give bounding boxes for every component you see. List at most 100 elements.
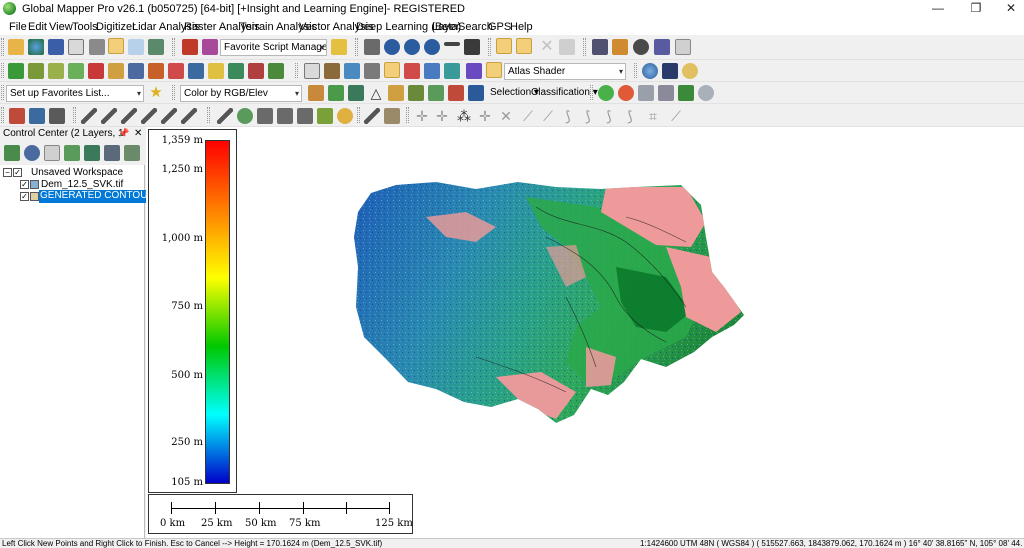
favorites-dropdown[interactable]: Set up Favorites List... ▾	[6, 85, 144, 102]
favorite-script-dropdown[interactable]: Favorite Script Manager...▾	[220, 39, 327, 56]
line-edit-icon[interactable]	[101, 108, 117, 124]
image-icon[interactable]	[29, 108, 45, 124]
lidar-filter-icon[interactable]	[308, 85, 324, 101]
zoom-out-icon[interactable]	[424, 39, 440, 55]
save-icon[interactable]	[48, 39, 64, 55]
filter-icon[interactable]	[248, 63, 264, 79]
open-folder-icon[interactable]	[8, 39, 24, 55]
line-delete-icon[interactable]	[181, 108, 197, 124]
gps-settings-icon[interactable]	[698, 85, 714, 101]
cut-fill-icon[interactable]	[128, 63, 144, 79]
polygon-edit-icon[interactable]	[257, 108, 273, 124]
zoom-icon[interactable]	[384, 39, 400, 55]
run-script-icon[interactable]	[331, 39, 347, 55]
cloud-icon[interactable]	[388, 85, 404, 101]
wrench-icon[interactable]	[89, 39, 105, 55]
tools-icon[interactable]	[49, 108, 65, 124]
reshape-icon[interactable]: ⟆	[622, 108, 638, 124]
map-view[interactable]	[146, 127, 1024, 538]
delete-vertex-icon[interactable]: ✛	[477, 108, 493, 124]
menu-gps[interactable]: GPS	[488, 21, 511, 33]
gps-icon[interactable]	[678, 85, 694, 101]
script-run-icon[interactable]	[182, 39, 198, 55]
measure-line-icon[interactable]	[364, 108, 380, 124]
shader-table-icon[interactable]	[304, 63, 320, 79]
edit-attributes-icon[interactable]	[384, 108, 400, 124]
digitize-create-icon[interactable]	[9, 108, 25, 124]
forward-icon[interactable]	[658, 85, 674, 101]
color-ramp-icon[interactable]	[466, 63, 482, 79]
cc-search-icon[interactable]	[4, 145, 20, 161]
layer-checkbox[interactable]: ✓	[20, 180, 29, 189]
combine-icon[interactable]	[148, 63, 164, 79]
vegetation-icon[interactable]	[268, 63, 284, 79]
layers-stack-icon[interactable]	[448, 85, 464, 101]
close-panel-icon[interactable]: ✕	[134, 127, 142, 140]
watershed-icon[interactable]	[88, 63, 104, 79]
overview-icon[interactable]	[128, 39, 144, 55]
layout-icon[interactable]	[148, 39, 164, 55]
view-shed-icon[interactable]	[612, 39, 628, 55]
layer-checkbox[interactable]: ✓	[20, 192, 29, 201]
minimize-button[interactable]: —	[921, 0, 955, 18]
ruler-icon[interactable]: ⟋	[668, 108, 684, 124]
polygon-merge-icon[interactable]	[297, 108, 313, 124]
terrain-shade-icon[interactable]	[8, 63, 24, 79]
slope-icon[interactable]	[48, 63, 64, 79]
trace-icon[interactable]: ⟋	[540, 108, 556, 124]
circle-draw-icon[interactable]	[237, 108, 253, 124]
cc-zoom-layer-icon[interactable]	[84, 145, 100, 161]
pin-icon[interactable]: 📌	[118, 127, 129, 140]
classification-menu[interactable]: Classification ▾	[531, 86, 598, 100]
smooth-icon[interactable]: ⟆	[560, 108, 576, 124]
info-icon[interactable]	[633, 39, 649, 55]
close-button[interactable]: ✕	[994, 0, 1024, 18]
classify-icon[interactable]	[228, 63, 244, 79]
home-icon[interactable]	[464, 39, 480, 55]
workspace-icon[interactable]	[68, 39, 84, 55]
raster-calc-icon[interactable]	[188, 63, 204, 79]
menu-edit[interactable]: Edit	[28, 21, 47, 33]
vertical-scale-icon[interactable]	[424, 63, 440, 79]
simplify-icon[interactable]: ⟆	[580, 108, 596, 124]
elevation-icon[interactable]	[404, 63, 420, 79]
settings-icon[interactable]	[662, 63, 678, 79]
lidar-class-icon[interactable]	[328, 85, 344, 101]
path-profile-icon[interactable]	[592, 39, 608, 55]
control-center-icon[interactable]	[108, 38, 124, 54]
digitizer-icon[interactable]	[496, 38, 512, 54]
menu-view[interactable]: View	[49, 21, 73, 33]
maximize-button[interactable]: ❐	[959, 0, 993, 18]
offset-icon[interactable]: ⟆	[601, 108, 617, 124]
web-map-icon[interactable]	[642, 63, 658, 79]
record-icon[interactable]	[638, 85, 654, 101]
select-points-icon[interactable]	[468, 85, 484, 101]
vertex-icon[interactable]	[217, 108, 233, 124]
polygon-split-icon[interactable]	[277, 108, 293, 124]
star-icon[interactable]: ★	[148, 85, 164, 101]
volume-icon[interactable]	[108, 63, 124, 79]
script-edit-icon[interactable]	[202, 39, 218, 55]
zoom-in-icon[interactable]	[404, 39, 420, 55]
menu-help[interactable]: Help	[510, 21, 533, 33]
hillshade-toggle-icon[interactable]	[384, 62, 400, 78]
dem-map-image[interactable]	[146, 127, 1024, 538]
measure-icon[interactable]	[516, 38, 532, 54]
crop-icon[interactable]: ⌗	[645, 108, 661, 124]
move-vertex-icon[interactable]: ✛	[414, 108, 430, 124]
globe-icon[interactable]	[28, 39, 44, 55]
grid-points-icon[interactable]	[428, 85, 444, 101]
menu-digitizer[interactable]: Digitizer	[96, 21, 136, 33]
water-icon[interactable]	[344, 63, 360, 79]
collapse-icon[interactable]: −	[3, 168, 12, 177]
line-split-icon[interactable]	[121, 108, 137, 124]
elevation-range-icon[interactable]	[444, 63, 460, 79]
back-arrow-icon[interactable]	[444, 42, 460, 46]
clear-icon[interactable]: ✕	[539, 39, 555, 55]
shader-dropdown[interactable]: Atlas Shader ▾	[504, 63, 626, 80]
area-icon[interactable]	[317, 108, 333, 124]
menu-tools[interactable]: Tools	[72, 21, 98, 33]
3d-view-icon[interactable]	[654, 39, 670, 55]
line-draw-icon[interactable]	[81, 108, 97, 124]
lidar-icon[interactable]	[208, 63, 224, 79]
